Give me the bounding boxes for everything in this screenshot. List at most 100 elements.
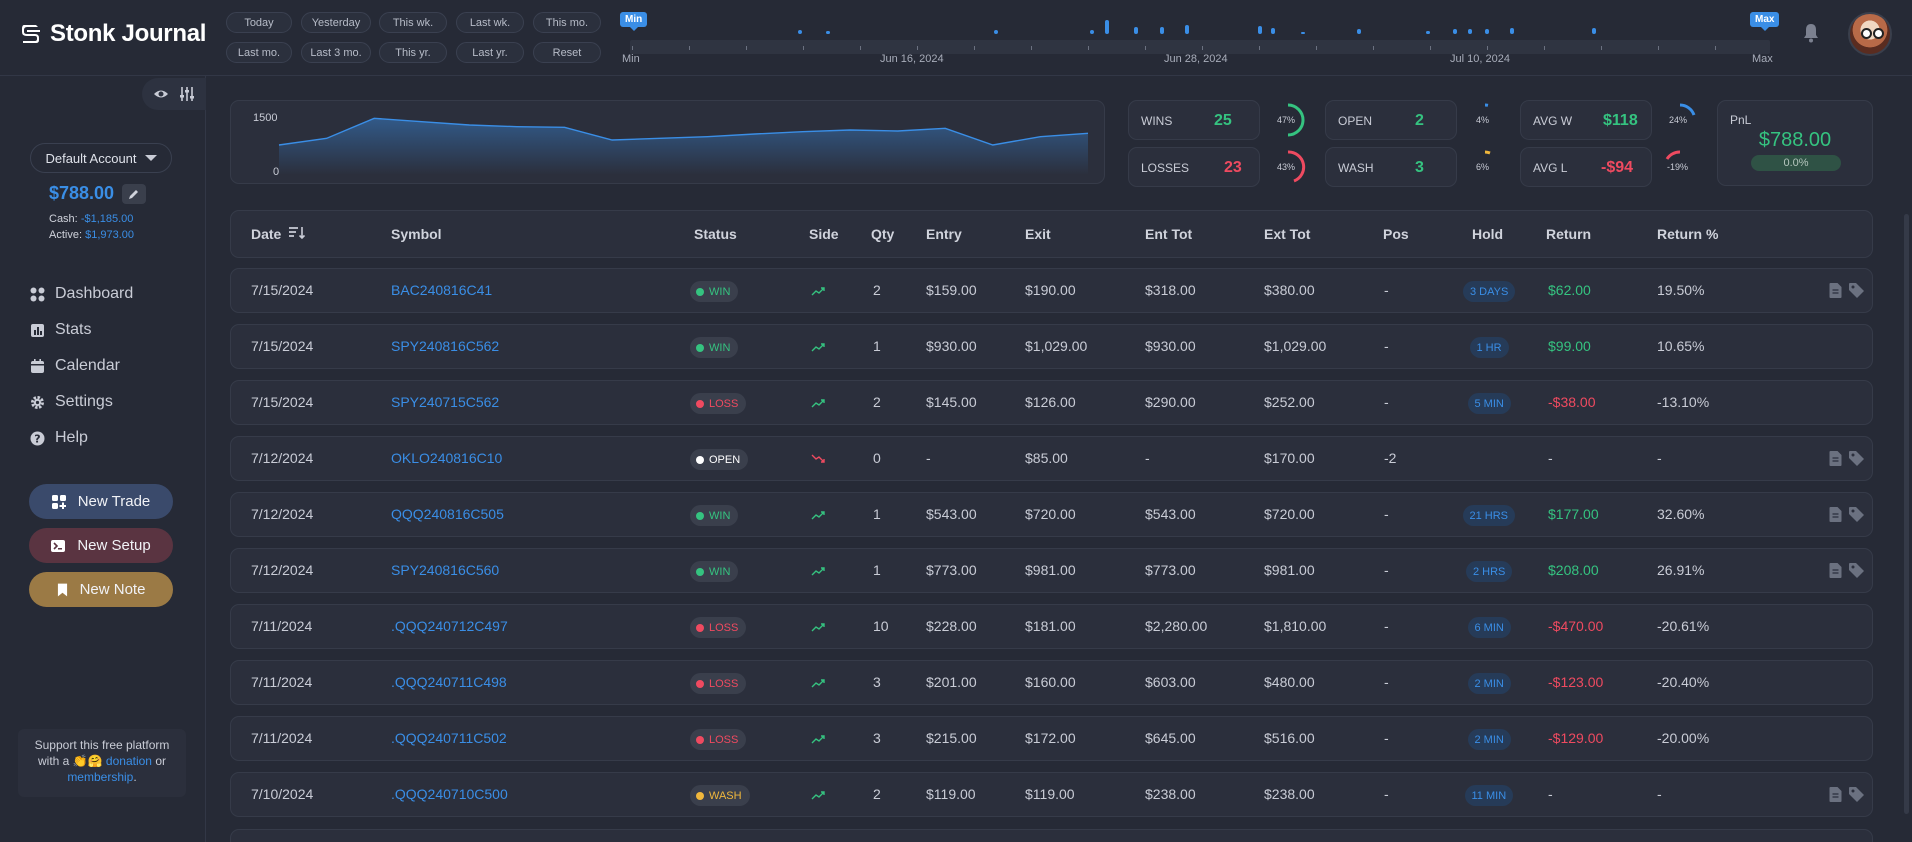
date-filter-button[interactable]: This mo. [533,12,601,33]
col-entry[interactable]: Entry [926,226,962,242]
new-setup-button[interactable]: New Setup [29,528,173,563]
status-badge: LOSS [690,673,747,694]
date-range-timeline[interactable]: Min Max Min Jun 16, 2024 Jun 28, 2024 Ju… [620,10,1780,68]
table-row[interactable]: 7/12/2024 OKLO240816C10 0 - $85.00 - $170.00 -2… [230,436,1873,481]
symbol-link[interactable]: .QQQ240711C498 [391,674,507,690]
sidebar-item-dashboard[interactable]: Dashboard [30,285,133,303]
symbol-link[interactable]: .QQQ240711C502 [391,730,507,746]
symbol-link[interactable]: .QQQ240712C497 [391,618,508,634]
ext-tot-cell: $516.00 [1264,730,1315,746]
col-return[interactable]: Return [1546,226,1591,242]
row-actions [1828,451,1864,466]
sidebar-item-calendar[interactable]: Calendar [30,357,120,375]
status-label: OPEN [709,453,741,466]
table-row[interactable]: 7/11/2024 .QQQ240711C502 3 $215.00 $172.00 $6… [230,716,1873,761]
date-filter-button[interactable]: Reset [533,42,601,63]
note-icon[interactable] [1828,787,1843,802]
col-status[interactable]: Status [694,226,737,242]
note-icon[interactable] [1828,563,1843,578]
membership-link[interactable]: membership [67,770,133,784]
col-pos[interactable]: Pos [1383,226,1409,242]
timeline-min-handle[interactable]: Min [620,12,648,31]
symbol-link[interactable]: BAC240816C41 [391,282,492,298]
col-side[interactable]: Side [809,226,839,242]
new-trade-button[interactable]: New Trade [29,484,173,519]
sidebar-item-stats[interactable]: Stats [30,321,91,339]
symbol-link[interactable]: SPY240715C562 [391,394,499,410]
qty-cell: 2 [873,282,881,298]
tag-icon[interactable] [1849,283,1864,298]
sidebar-item-settings[interactable]: Settings [30,393,113,411]
tag-icon[interactable] [1849,563,1864,578]
timeline-label: Jun 16, 2024 [880,53,944,65]
sort-icon[interactable] [289,227,306,240]
date-cell: 7/15/2024 [251,338,314,354]
account-selector[interactable]: Default Account [30,143,172,173]
app-logo[interactable]: Stonk Journal [18,20,206,48]
col-symbol[interactable]: Symbol [391,226,442,242]
timeline-label: Jul 10, 2024 [1450,53,1510,65]
date-filter-button[interactable]: This yr. [379,42,447,63]
table-row[interactable]: 7/12/2024 QQQ240816C505 1 $543.00 $720.00 $54… [230,492,1873,537]
open-stat: OPEN 2 [1325,100,1457,140]
losses-stat: LOSSES 23 [1128,147,1260,187]
hold-badge: 2 HRS [1466,561,1513,582]
note-icon[interactable] [1828,507,1843,522]
user-avatar[interactable] [1848,12,1892,56]
avg-win-stat: AVG W $118 [1520,100,1652,140]
col-return-pct[interactable]: Return % [1657,226,1718,242]
pos-cell: - [1384,506,1389,522]
table-scrollbar[interactable] [1902,210,1912,842]
scrollbar-thumb[interactable] [1904,214,1909,814]
symbol-link[interactable]: .QQQ240710C500 [391,786,508,802]
pos-cell: - [1384,674,1389,690]
edit-balance-button[interactable] [122,183,147,204]
date-cell: 7/11/2024 [251,674,313,690]
date-filter-button[interactable]: Last yr. [456,42,524,63]
table-row[interactable]: 7/15/2024 BAC240816C41 2 $159.00 $190.00 $318… [230,268,1873,313]
table-row[interactable]: 7/11/2024 .QQQ240712C497 10 $228.00 $181.00 $… [230,604,1873,649]
sidebar-item-help[interactable]: ? Help [30,429,88,447]
table-row[interactable] [230,829,1873,842]
symbol-link[interactable]: OKLO240816C10 [391,450,502,466]
notifications-bell-icon[interactable] [1800,22,1822,44]
col-ext-tot[interactable]: Ext Tot [1264,226,1310,242]
new-note-button[interactable]: New Note [29,572,173,607]
eye-icon[interactable] [153,86,169,102]
col-ent-tot[interactable]: Ent Tot [1145,226,1192,242]
tag-icon[interactable] [1849,787,1864,802]
timeline-track[interactable] [630,40,1770,54]
donation-link[interactable]: donation [106,754,152,768]
date-filter-button[interactable]: Last mo. [226,42,292,63]
table-row[interactable]: 7/10/2024 .QQQ240710C500 2 $119.00 $119.00 $2… [230,772,1873,817]
exit-cell: $181.00 [1025,618,1076,634]
symbol-link[interactable]: SPY240816C562 [391,338,499,354]
col-date[interactable]: Date [251,226,306,242]
tag-icon[interactable] [1849,507,1864,522]
equity-area [279,118,1088,175]
date-filter-button[interactable]: Today [226,12,292,33]
symbol-link[interactable]: SPY240816C560 [391,562,499,578]
sliders-icon[interactable] [179,86,195,102]
timeline-max-handle[interactable]: Max [1750,12,1780,31]
qty-cell: 10 [873,618,889,634]
table-row[interactable]: 7/15/2024 SPY240816C562 1 $930.00 $1,029.00 $… [230,324,1873,369]
date-filter-button[interactable]: Yesterday [301,12,371,33]
calendar-icon [31,358,44,373]
date-filter-button[interactable]: Last wk. [456,12,524,33]
col-qty[interactable]: Qty [871,226,894,242]
note-icon[interactable] [1828,451,1843,466]
col-hold[interactable]: Hold [1472,226,1503,242]
symbol-link[interactable]: QQQ240816C505 [391,506,504,522]
date-filter-button[interactable]: This wk. [379,12,447,33]
note-icon[interactable] [1828,283,1843,298]
table-row[interactable]: 7/11/2024 .QQQ240711C498 3 $201.00 $160.00 $6… [230,660,1873,705]
date-filter-button[interactable]: Last 3 mo. [301,42,371,63]
entry-cell: $159.00 [926,282,977,298]
col-exit[interactable]: Exit [1025,226,1051,242]
table-row[interactable]: 7/12/2024 SPY240816C560 1 $773.00 $981.00 $77… [230,548,1873,593]
tag-icon[interactable] [1849,451,1864,466]
date-cell: 7/11/2024 [251,618,313,634]
row-actions [1828,507,1864,522]
table-row[interactable]: 7/15/2024 SPY240715C562 2 $145.00 $126.00 $29… [230,380,1873,425]
